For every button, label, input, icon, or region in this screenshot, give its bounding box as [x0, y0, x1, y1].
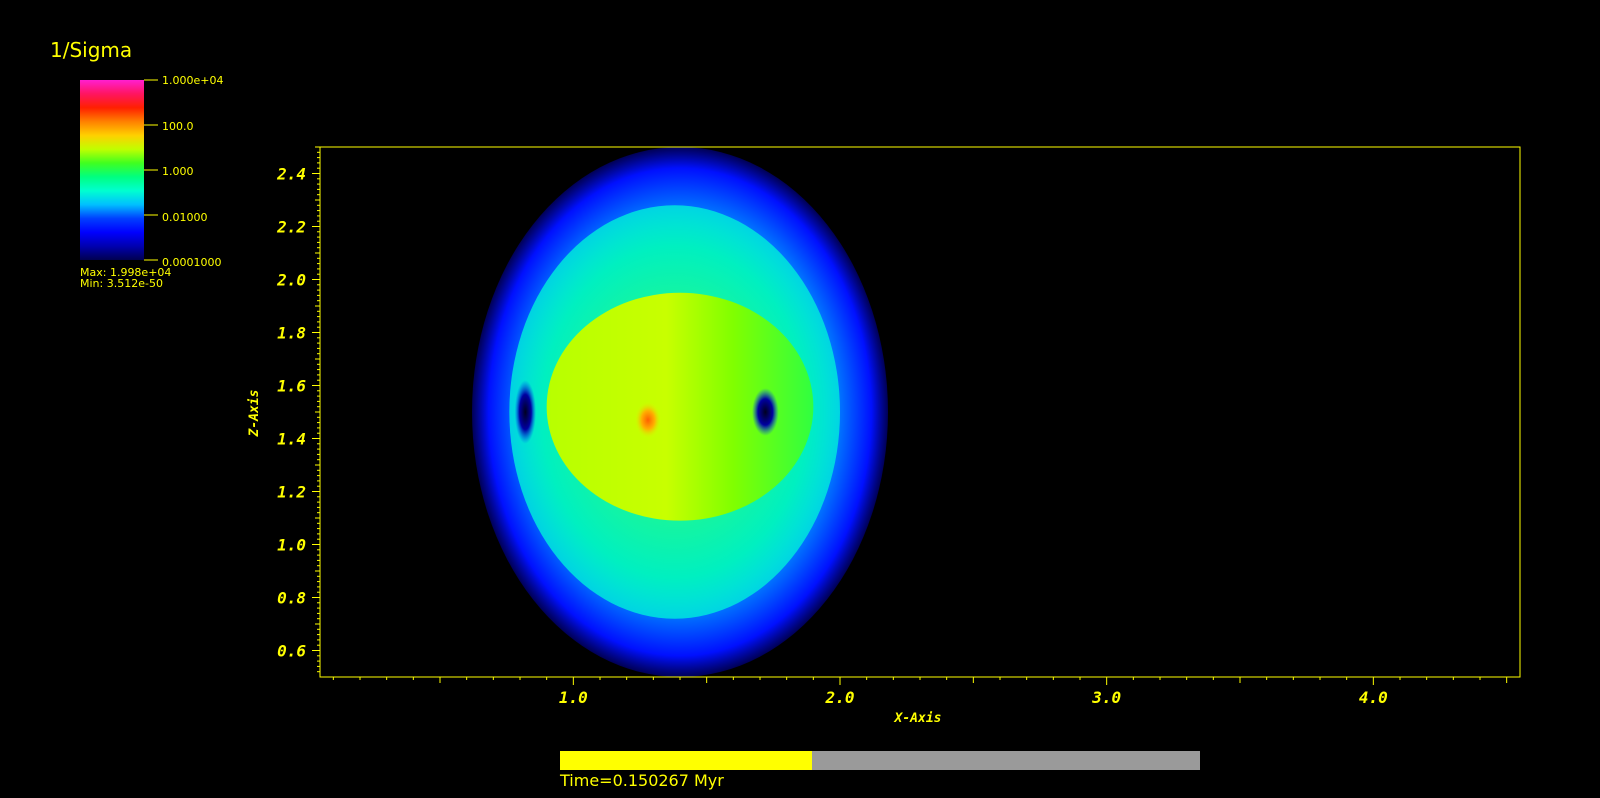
x-tick-label: 2.0: [825, 688, 855, 707]
colorbar-tick-label: 100.0: [162, 120, 194, 133]
heatmap-core: [634, 401, 662, 439]
y-axis: 0.6 0.8 1.0 1.2 1.4 1.6 1.8 2.0 2.2 2.4: [276, 146, 320, 673]
time-label: Time=0.150267 Myr: [560, 771, 724, 790]
y-axis-label: Z-Axis: [247, 390, 262, 438]
y-tick-label: 1.0: [277, 536, 306, 555]
x-tick-label: 4.0: [1359, 688, 1388, 707]
y-tick-label: 1.8: [277, 324, 306, 343]
time-progress-fill: [560, 751, 813, 770]
colorbar-tick-label: 1.000e+04: [162, 74, 223, 87]
heatmap-field: [472, 147, 888, 677]
visualization-canvas: 1.000e+04 100.0 1.000 0.01000 0.0001000 …: [80, 74, 1521, 726]
heatmap-dark-spot: [752, 388, 779, 436]
y-tick-label: 1.6: [277, 377, 306, 396]
x-axis: 1.0 2.0 3.0 4.0: [332, 677, 1508, 707]
time-progress-bar: [560, 751, 1200, 770]
colorbar-min-label: Min: 3.512e-50: [80, 277, 163, 290]
y-tick-label: 1.2: [277, 483, 306, 502]
colorbar-swatch: [80, 80, 144, 260]
y-tick-label: 2.0: [276, 271, 306, 290]
colorbar-title: 1/Sigma: [50, 38, 133, 62]
x-tick-label: 3.0: [1091, 688, 1121, 707]
colorbar-tick-label: 1.000: [162, 165, 194, 178]
y-tick-label: 1.4: [277, 430, 306, 449]
y-tick-label: 0.6: [277, 642, 306, 661]
y-tick-label: 2.2: [276, 218, 306, 237]
y-tick-label: 2.4: [276, 165, 306, 184]
colorbar: 1.000e+04 100.0 1.000 0.01000 0.0001000: [80, 74, 223, 269]
x-tick-label: 1.0: [559, 688, 588, 707]
colorbar-tick-label: 0.01000: [162, 211, 208, 224]
heatmap-dark-spot: [514, 380, 536, 444]
x-axis-label: X-Axis: [894, 711, 942, 726]
y-tick-label: 0.8: [277, 589, 306, 608]
